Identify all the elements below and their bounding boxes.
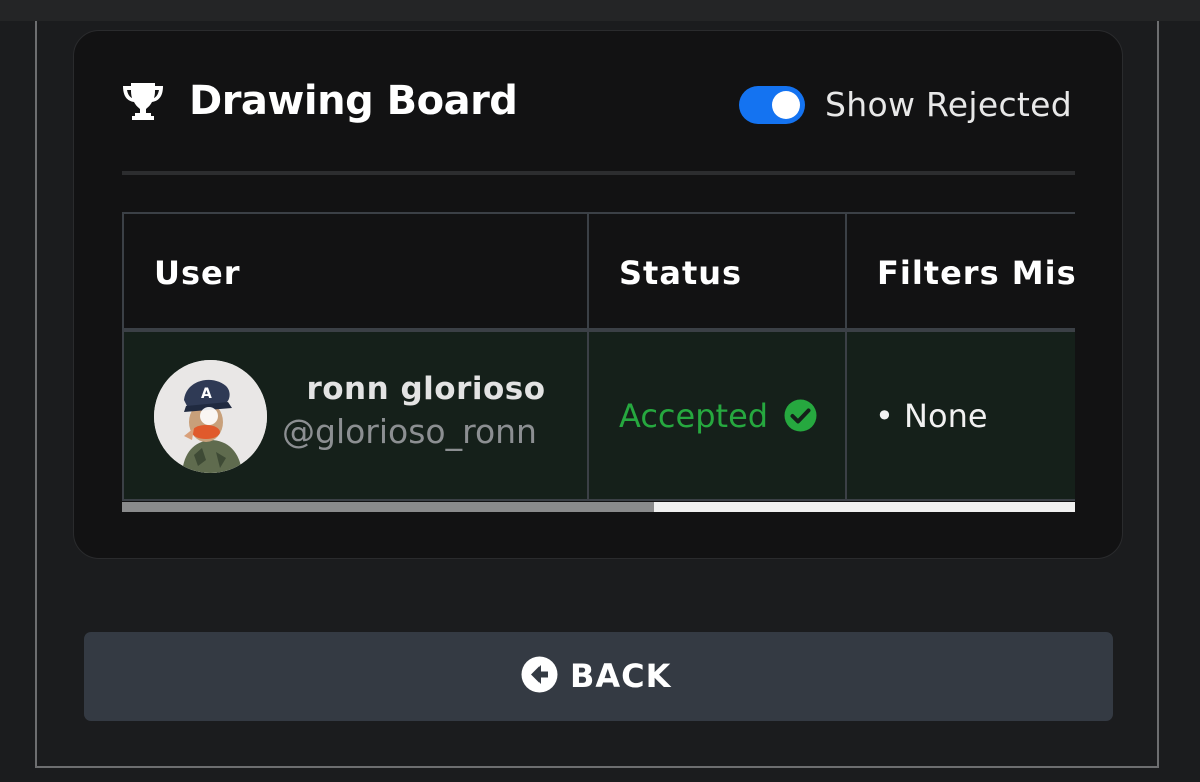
table-header-row: User Status Filters Miss: [122, 212, 1075, 330]
column-header-status: Status: [619, 254, 743, 292]
user-name: ronn glorioso: [306, 371, 546, 407]
filters-cell: • None: [845, 330, 1075, 501]
check-circle-icon: [784, 399, 817, 432]
back-button-label: BACK: [570, 657, 672, 695]
avatar[interactable]: A: [154, 360, 267, 473]
horizontal-scrollbar[interactable]: [122, 502, 1075, 512]
table-row: A ronn glorioso @glorioso_ronn Accepted …: [122, 330, 1075, 501]
user-cell: A ronn glorioso @glorioso_ronn: [122, 330, 587, 501]
scrollbar-thumb[interactable]: [122, 502, 654, 512]
status-cell: Accepted: [587, 330, 845, 501]
trophy-icon: [123, 83, 163, 120]
avatar-image: A: [154, 360, 267, 473]
show-rejected-toggle[interactable]: [739, 86, 805, 124]
header-cell-status: Status: [587, 212, 845, 330]
toggle-knob: [772, 91, 800, 119]
page-title: Drawing Board: [189, 78, 518, 124]
top-bar: [0, 0, 1200, 21]
show-rejected-label: Show Rejected: [825, 85, 1072, 124]
divider: [122, 171, 1075, 175]
column-header-user: User: [154, 254, 241, 292]
back-button[interactable]: BACK: [84, 632, 1113, 721]
svg-text:A: A: [201, 386, 212, 402]
arrow-circle-left-icon: [521, 656, 558, 693]
status-badge: Accepted: [619, 397, 769, 435]
header-cell-filters: Filters Miss: [845, 212, 1075, 330]
user-handle[interactable]: @glorioso_ronn: [282, 410, 537, 454]
column-header-filters: Filters Miss: [877, 254, 1075, 292]
header-cell-user: User: [122, 212, 587, 330]
submissions-table: User Status Filters Miss A ronn glorioso…: [122, 212, 1075, 512]
filters-missed-value: • None: [875, 397, 988, 435]
